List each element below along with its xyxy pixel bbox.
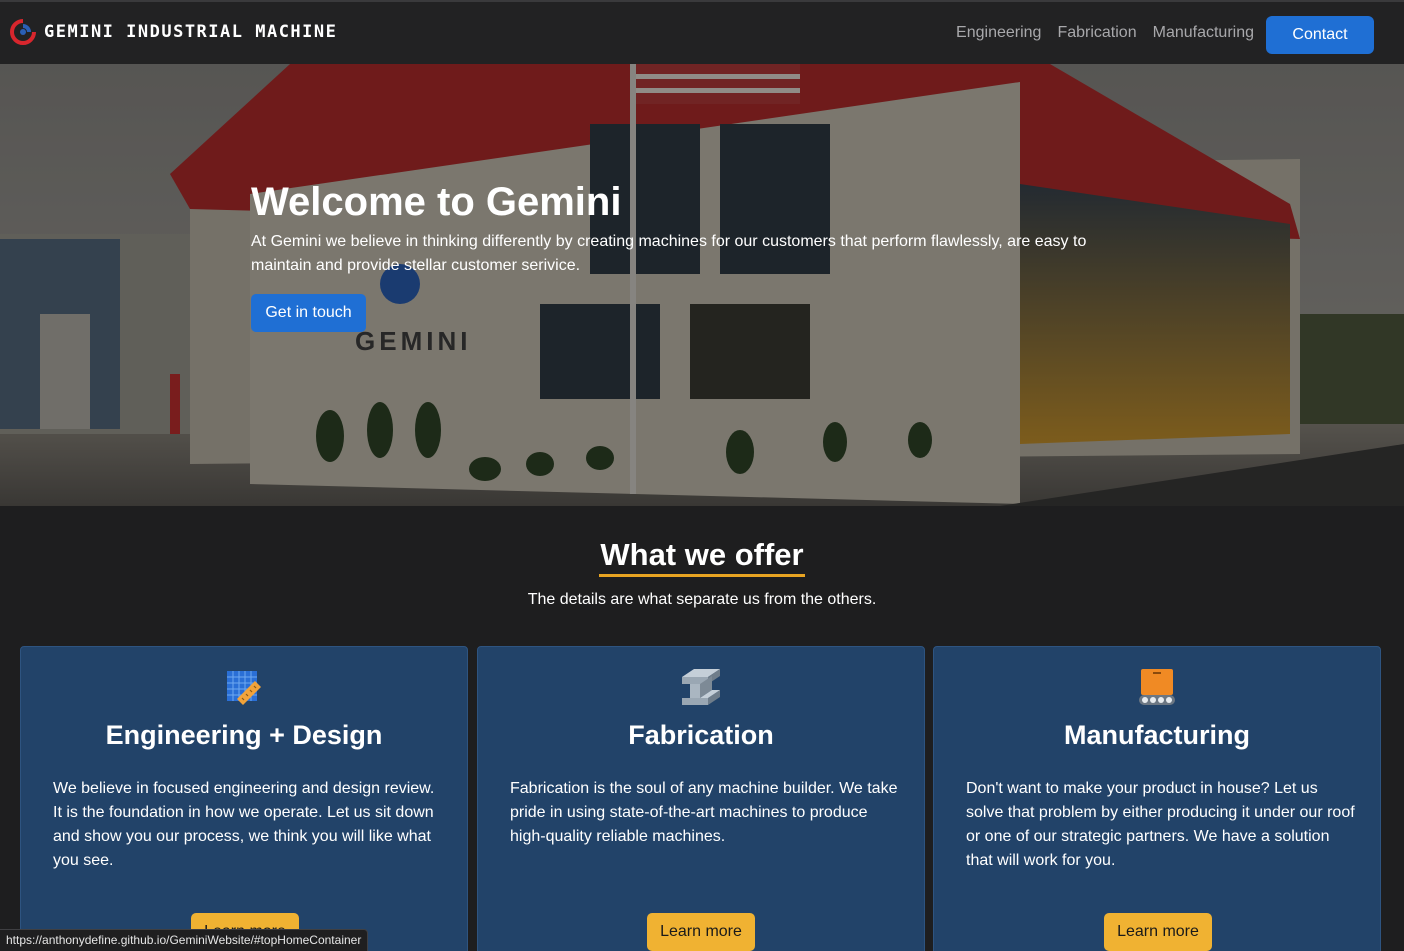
nav-link-fabrication[interactable]: Fabrication [1057,24,1136,42]
card-icon-wrap [478,667,924,709]
card-text: Fabrication is the soul of any machine b… [510,780,898,845]
card-title: Fabrication [628,720,774,750]
offer-cards: Engineering + Design We believe in focus… [20,646,1382,951]
contact-button[interactable]: Contact [1266,16,1374,54]
brand-link[interactable]: GEMINI INDUSTRIAL MACHINE [10,19,337,45]
gemini-logo-icon [10,19,36,45]
conveyor-box-icon [1139,669,1175,705]
offer-header: What we offer The details are what separ… [0,536,1404,609]
offer-subtitle: The details are what separate us from th… [527,591,877,608]
navbar: GEMINI INDUSTRIAL MACHINE Engineering Fa… [0,0,1404,64]
hero-content: Welcome to Gemini At Gemini we believe i… [251,178,1131,332]
card-icon-wrap [934,667,1380,709]
card-text: Don't want to make your product in house… [966,780,1355,869]
card-engineering: Engineering + Design We believe in focus… [20,646,468,951]
nav-links: Engineering Fabrication Manufacturing [956,24,1254,42]
card-fabrication: Fabrication Fabrication is the soul of a… [477,646,925,951]
steel-i-beam-icon [682,669,720,705]
card-text: We believe in focused engineering and de… [53,780,435,869]
card-icon-wrap [21,667,467,709]
hero-title: Welcome to Gemini [251,180,622,224]
page: GEMINI INDUSTRIAL MACHINE Engineering Fa… [0,0,1404,951]
learn-more-button-fabrication[interactable]: Learn more [647,913,755,951]
nav-link-manufacturing[interactable]: Manufacturing [1153,24,1254,42]
card-title: Engineering + Design [105,720,383,750]
offer-title: What we offer [599,536,805,577]
blueprint-ruler-icon [227,671,261,705]
hero-description: At Gemini we believe in thinking differe… [251,233,1087,274]
get-in-touch-button[interactable]: Get in touch [251,294,366,332]
card-title: Manufacturing [1064,720,1250,750]
card-manufacturing: Manufacturing Don't want to make your pr… [933,646,1381,951]
nav-link-engineering[interactable]: Engineering [956,24,1041,42]
brand-name: GEMINI INDUSTRIAL MACHINE [44,22,338,42]
learn-more-button-manufacturing[interactable]: Learn more [1104,913,1212,951]
browser-status-bar: https://anthonydefine.github.io/GeminiWe… [0,929,369,951]
hero-section: GEMINI Welcome to Gemini At Gemini we be… [0,64,1404,506]
